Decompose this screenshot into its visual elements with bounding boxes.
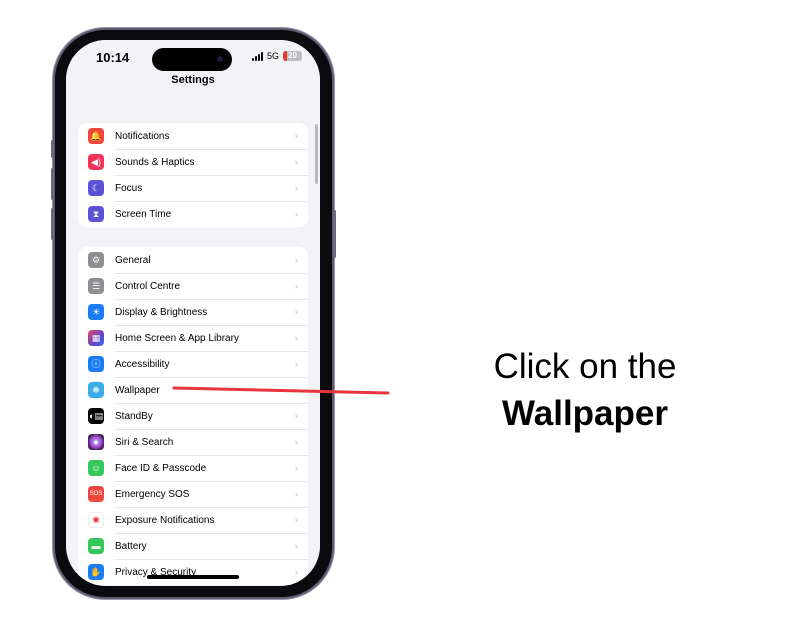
- chevron-right-icon: ›: [294, 208, 298, 220]
- settings-row-label: Sounds & Haptics: [115, 156, 195, 168]
- settings-row-emergency-sos[interactable]: SOS Emergency SOS ›: [78, 481, 308, 507]
- chevron-right-icon: ›: [294, 358, 298, 370]
- sos-icon: SOS: [88, 486, 104, 502]
- settings-row-label: Screen Time: [115, 208, 172, 220]
- settings-row-label: Siri & Search: [115, 436, 174, 448]
- settings-group: ⚙ General › ☰ Control Centre › ☀ Display & Brig…: [78, 247, 308, 585]
- signal-icon: [251, 51, 263, 61]
- settings-row-label: Emergency SOS: [115, 488, 190, 500]
- chevron-right-icon: ›: [294, 410, 298, 422]
- settings-row-label: Accessibility: [115, 358, 170, 370]
- phone-frame: 10:14 5G 20 Settings 🔔 Notifications › ◀) So…: [51, 30, 336, 597]
- chevron-right-icon: ›: [294, 182, 298, 194]
- exposure-icon: ✺: [88, 512, 104, 528]
- gear-icon: ⚙: [88, 252, 104, 268]
- settings-row-label: Battery: [115, 540, 147, 552]
- settings-row-focus[interactable]: ☾ Focus ›: [78, 175, 308, 201]
- settings-row-wallpaper[interactable]: ❋ Wallpaper ›: [78, 377, 308, 403]
- settings-row-label: StandBy: [115, 410, 153, 422]
- settings-row-accessibility[interactable]: ⓘ Accessibility ›: [78, 351, 308, 377]
- toggles-icon: ☰: [88, 278, 104, 294]
- settings-row-display-brightness[interactable]: ☀ Display & Brightness ›: [78, 299, 308, 325]
- chevron-right-icon: ›: [294, 540, 298, 552]
- siri-icon: ●: [88, 434, 104, 450]
- instruction-line-2: Wallpaper: [502, 394, 668, 433]
- chevron-right-icon: ›: [294, 130, 298, 142]
- settings-row-home-screen-app-library[interactable]: ▦ Home Screen & App Library ›: [78, 325, 308, 351]
- standby-icon: ◐▤: [88, 408, 104, 424]
- settings-row-control-centre[interactable]: ☰ Control Centre ›: [78, 273, 308, 299]
- app-grid-icon: ▦: [88, 330, 104, 346]
- network-type: 5G: [266, 51, 279, 61]
- instruction-callout: Click on the Wallpaper: [440, 345, 730, 439]
- chevron-right-icon: ›: [294, 306, 298, 318]
- settings-row-label: Display & Brightness: [115, 306, 208, 318]
- settings-row-label: General: [115, 254, 151, 266]
- chevron-right-icon: ›: [294, 254, 298, 266]
- settings-row-label: Focus: [115, 182, 143, 194]
- settings-row-notifications[interactable]: 🔔 Notifications ›: [78, 123, 308, 149]
- battery-level: 20: [288, 51, 297, 60]
- battery-icon: 20: [283, 51, 302, 61]
- scroll-indicator[interactable]: [315, 124, 318, 184]
- chevron-right-icon: ›: [294, 384, 298, 396]
- settings-row-general[interactable]: ⚙ General ›: [78, 247, 308, 273]
- page-title: Settings: [171, 74, 215, 86]
- status-time: 10:14: [96, 50, 130, 65]
- settings-row-label: Exposure Notifications: [115, 514, 215, 526]
- power-button: [333, 210, 336, 258]
- chevron-right-icon: ›: [294, 156, 298, 168]
- home-indicator[interactable]: [147, 575, 239, 579]
- settings-group: 🔔 Notifications › ◀) Sounds & Haptics › ☾ Focus…: [78, 123, 308, 227]
- settings-row-siri-search[interactable]: ● Siri & Search ›: [78, 429, 308, 455]
- camera-lens: [217, 56, 223, 62]
- moon-icon: ☾: [88, 180, 104, 196]
- volume-up-button: [51, 168, 54, 200]
- speaker-icon: ◀): [88, 154, 104, 170]
- settings-row-exposure-notifications[interactable]: ✺ Exposure Notifications ›: [78, 507, 308, 533]
- chevron-right-icon: ›: [294, 332, 298, 344]
- settings-row-face-id-passcode[interactable]: ☺ Face ID & Passcode ›: [78, 455, 308, 481]
- flower-icon: ❋: [88, 382, 104, 398]
- accessibility-icon: ⓘ: [88, 356, 104, 372]
- settings-row-standby[interactable]: ◐▤ StandBy ›: [78, 403, 308, 429]
- dynamic-island: [152, 48, 232, 71]
- chevron-right-icon: ›: [294, 566, 298, 578]
- volume-down-button: [51, 208, 54, 240]
- face-id-icon: ☺: [88, 460, 104, 476]
- settings-row-label: Notifications: [115, 130, 170, 142]
- settings-row-battery[interactable]: ▬ Battery ›: [78, 533, 308, 559]
- settings-row-label: Home Screen & App Library: [115, 332, 239, 344]
- chevron-right-icon: ›: [294, 280, 298, 292]
- chevron-right-icon: ›: [294, 462, 298, 474]
- settings-row-label: Wallpaper: [115, 384, 160, 396]
- instruction-line-1: Click on the: [493, 347, 677, 386]
- chevron-right-icon: ›: [294, 488, 298, 500]
- hand-icon: ✋: [88, 564, 104, 580]
- sun-icon: ☀: [88, 304, 104, 320]
- chevron-right-icon: ›: [294, 436, 298, 448]
- bell-icon: 🔔: [88, 128, 104, 144]
- settings-row-label: Control Centre: [115, 280, 181, 292]
- settings-row-label: Face ID & Passcode: [115, 462, 207, 474]
- phone-screen: 10:14 5G 20 Settings 🔔 Notifications › ◀) So…: [66, 40, 320, 586]
- action-button: [51, 140, 54, 158]
- settings-row-screen-time[interactable]: ⧗ Screen Time ›: [78, 201, 308, 227]
- settings-row-sounds-haptics[interactable]: ◀) Sounds & Haptics ›: [78, 149, 308, 175]
- chevron-right-icon: ›: [294, 514, 298, 526]
- settings-row-privacy-security[interactable]: ✋ Privacy & Security ›: [78, 559, 308, 585]
- battery-fill: [283, 51, 287, 61]
- battery-icon: ▬: [88, 538, 104, 554]
- status-indicators: 5G 20: [251, 51, 302, 61]
- hourglass-icon: ⧗: [88, 206, 104, 222]
